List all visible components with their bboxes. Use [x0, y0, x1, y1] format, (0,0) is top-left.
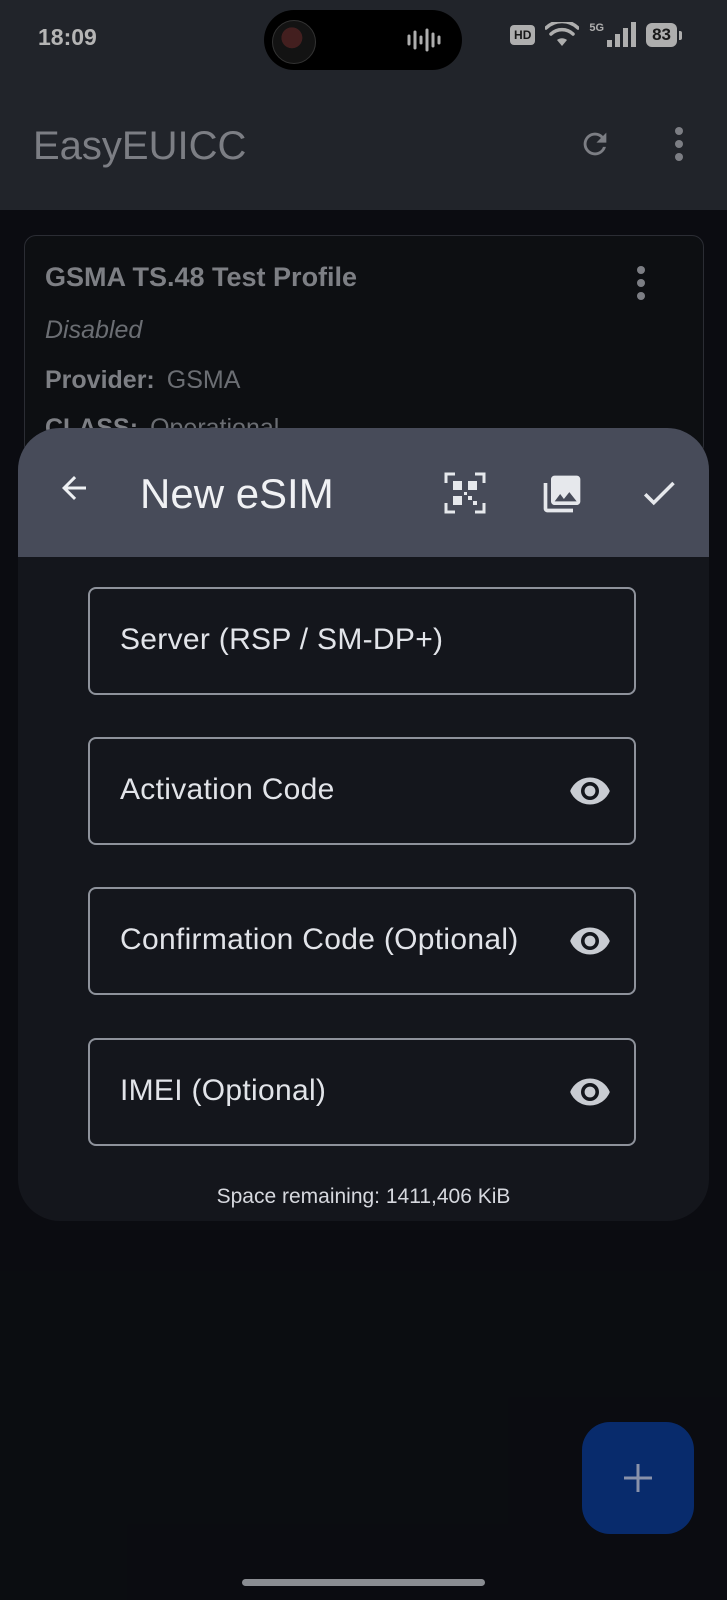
confirmation-code-label: Confirmation Code (Optional) — [120, 923, 519, 956]
qr-scan-icon[interactable] — [444, 472, 486, 514]
new-esim-dialog: New eSIM Server (RSP / SM-DP+) Activatio… — [18, 428, 709, 1221]
space-remaining-text: Space remaining: 1411,406 KiB — [216, 1185, 511, 1208]
confirm-check-icon[interactable] — [638, 472, 680, 514]
dialog-toolbar: New eSIM — [18, 428, 709, 557]
back-arrow-icon[interactable] — [56, 470, 92, 506]
server-field[interactable]: Server (RSP / SM-DP+) — [88, 587, 636, 695]
dialog-title: New eSIM — [140, 470, 334, 517]
visibility-icon[interactable] — [568, 773, 612, 809]
server-field-label: Server (RSP / SM-DP+) — [120, 623, 444, 656]
imei-field[interactable]: IMEI (Optional) — [88, 1038, 636, 1146]
activation-code-field[interactable]: Activation Code — [88, 737, 636, 845]
visibility-icon[interactable] — [568, 1074, 612, 1110]
gallery-icon[interactable] — [540, 472, 584, 516]
imei-field-label: IMEI (Optional) — [120, 1074, 327, 1107]
visibility-icon[interactable] — [568, 923, 612, 959]
activation-code-label: Activation Code — [120, 773, 335, 806]
confirmation-code-field[interactable]: Confirmation Code (Optional) — [88, 887, 636, 995]
